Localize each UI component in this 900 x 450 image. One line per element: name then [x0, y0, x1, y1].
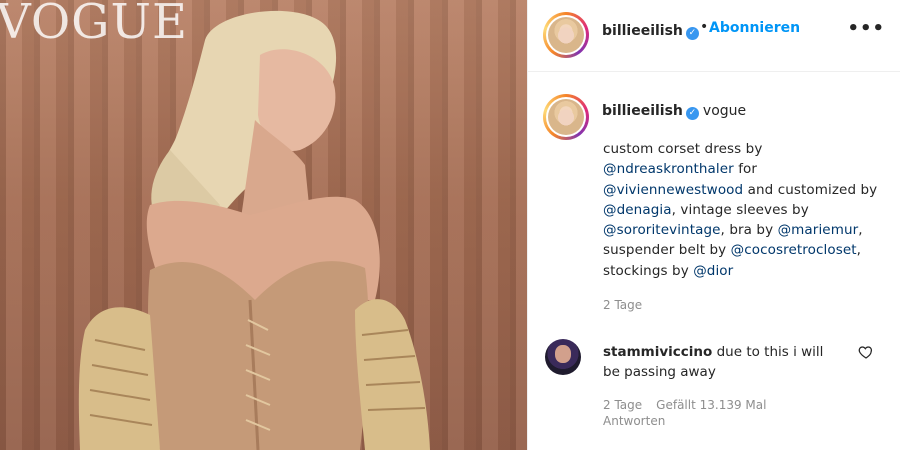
author-username[interactable]: billieeilish: [602, 23, 683, 39]
commenter-avatar[interactable]: [545, 339, 581, 375]
caption-mention[interactable]: @sororitevintage: [603, 222, 721, 238]
verified-badge-icon: ✓: [685, 107, 699, 120]
caption-location[interactable]: vogue: [703, 103, 746, 119]
photo-figure: [78, 10, 430, 450]
caption-header: billieeilish ✓ vogue: [602, 100, 746, 120]
caption-text-segment: , vintage sleeves by: [671, 201, 809, 218]
caption-mention[interactable]: @cocosretrocloset: [731, 242, 857, 258]
comment-likes[interactable]: Gefällt 13.139 Mal: [656, 398, 766, 412]
caption-mention[interactable]: @viviennewestwood: [603, 182, 743, 198]
caption-username[interactable]: billieeilish: [602, 103, 683, 119]
commenter-username[interactable]: stammiviccino: [603, 344, 712, 360]
caption-mention[interactable]: @dior: [693, 263, 733, 279]
caption-author-avatar[interactable]: [543, 94, 589, 140]
verified-badge-icon: ✓: [685, 27, 699, 40]
caption-mention[interactable]: @denagia: [603, 202, 672, 218]
header-separator: •: [700, 19, 709, 35]
post-photo[interactable]: VOGUE: [0, 0, 527, 450]
caption-text-segment: and customized by: [743, 181, 878, 198]
comment-timestamp[interactable]: 2 Tage: [603, 398, 642, 412]
caption-text: custom corset dress by @ndreaskronthaler…: [603, 139, 888, 281]
caption-text-segment: , bra by: [720, 222, 778, 239]
post-sidebar: billieeilish ✓ • Abonnieren ••• billieeil…: [527, 0, 900, 450]
caption-mention[interactable]: @ndreaskronthaler: [603, 161, 734, 177]
more-options-icon[interactable]: •••: [847, 18, 885, 39]
caption-timestamp[interactable]: 2 Tage: [603, 298, 642, 312]
heart-icon[interactable]: [858, 344, 874, 360]
post-header: billieeilish ✓ • Abonnieren •••: [528, 0, 900, 72]
caption-author-avatar-image: [548, 99, 584, 135]
comment-meta: 2 Tage Gefällt 13.139 Mal Antworten: [603, 397, 823, 429]
caption-mention[interactable]: @mariemur: [778, 222, 859, 238]
author-avatar-image: [548, 17, 584, 53]
follow-button[interactable]: Abonnieren: [709, 20, 800, 36]
caption-text-segment: custom corset dress by: [603, 141, 763, 157]
comment-text: stammiviccino due to this i will be pass…: [603, 342, 843, 382]
author-username-row[interactable]: billieeilish ✓: [602, 20, 699, 40]
author-avatar[interactable]: [543, 12, 589, 58]
comment-reply-button[interactable]: Antworten: [603, 414, 665, 428]
caption-text-segment: for: [733, 161, 758, 178]
